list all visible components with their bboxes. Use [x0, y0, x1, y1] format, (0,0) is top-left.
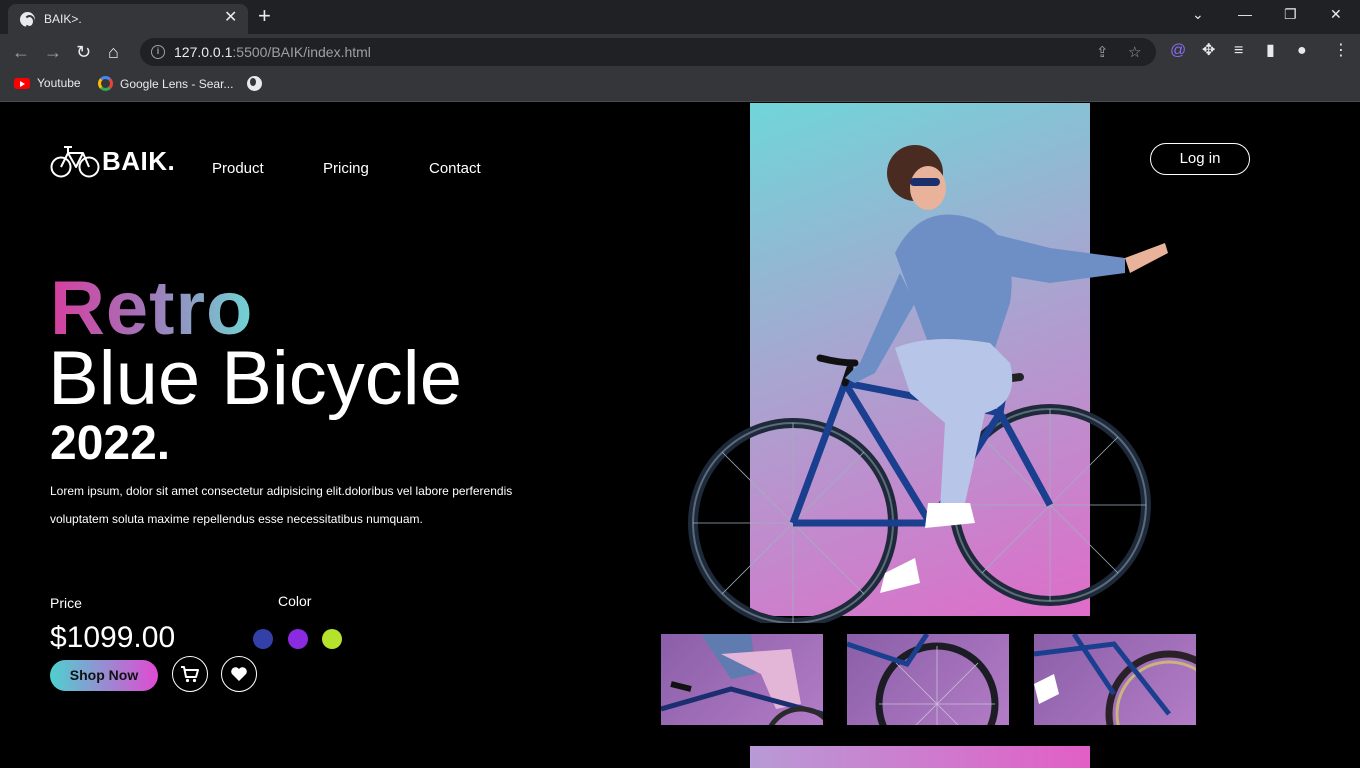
nav-product[interactable]: Product [212, 160, 264, 177]
tab-favicon-icon [20, 12, 35, 28]
side-panel-icon[interactable]: ▮ [1266, 41, 1275, 61]
wishlist-button[interactable] [221, 656, 257, 692]
thumbnail-2-image [847, 634, 999, 725]
color-swatch-purple[interactable] [288, 629, 308, 649]
thumbnail-3[interactable] [1034, 634, 1196, 725]
url-text: 127.0.0.1:5500/BAIK/index.html [174, 44, 371, 60]
address-bar[interactable]: i 127.0.0.1:5500/BAIK/index.html ⇪ ☆ [140, 38, 1156, 66]
tab-search-icon[interactable]: ⌄ [1192, 4, 1204, 24]
color-label: Color [278, 593, 312, 609]
nav-contact[interactable]: Contact [429, 160, 481, 177]
price-label: Price [50, 595, 82, 611]
shop-now-button[interactable]: Shop Now [50, 660, 158, 691]
forward-icon[interactable]: → [44, 41, 62, 63]
cart-icon [181, 666, 199, 683]
heart-icon [231, 667, 247, 681]
color-swatch-blue[interactable] [253, 629, 273, 649]
tab-title: BAIK>. [44, 12, 82, 26]
bookmark-star-icon[interactable]: ☆ [1128, 43, 1141, 61]
browser-tab[interactable]: BAIK>. ✕ [8, 4, 248, 34]
new-tab-icon[interactable]: + [258, 4, 271, 28]
next-image-preview [750, 746, 1090, 768]
hero-title-product: Blue Bicycle [48, 336, 462, 421]
bookmarks-bar: Youtube Google Lens - Sear... [0, 70, 1360, 102]
bookmark-youtube[interactable]: Youtube [14, 76, 81, 90]
profile-icon[interactable]: ● [1297, 41, 1307, 61]
share-icon[interactable]: ⇪ [1096, 43, 1109, 61]
thumbnail-2[interactable] [847, 634, 1009, 725]
extension-at-icon[interactable]: @ [1170, 41, 1186, 61]
price-value: $1099.00 [50, 621, 176, 654]
google-lens-icon [98, 76, 113, 91]
bookmark-label: Youtube [37, 76, 81, 90]
home-icon[interactable]: ⌂ [108, 41, 119, 63]
reload-icon[interactable]: ↻ [76, 41, 91, 63]
nav-pricing[interactable]: Pricing [323, 160, 369, 177]
close-window-icon[interactable]: ✕ [1330, 4, 1342, 24]
bookmark-label: Google Lens - Sear... [120, 76, 234, 91]
hero-description: Lorem ipsum, dolor sit amet consectetur … [50, 484, 513, 526]
bookmark-google-lens[interactable]: Google Lens - Sear... [98, 76, 233, 91]
color-swatch-lime[interactable] [322, 629, 342, 649]
site-logo[interactable]: BAIK. [50, 143, 175, 179]
browser-toolbar: ← → ↻ ⌂ i 127.0.0.1:5500/BAIK/index.html… [0, 34, 1360, 70]
bicycle-logo-icon [50, 146, 100, 178]
minimize-icon[interactable]: — [1238, 4, 1252, 24]
bookmark-globe[interactable] [247, 76, 262, 91]
logo-text: BAIK. [102, 145, 176, 176]
thumbnail-3-image [1034, 634, 1196, 725]
media-queue-icon[interactable]: ≡ [1234, 41, 1243, 61]
thumbnail-1-image [661, 634, 823, 725]
hero-title-year: 2022. [50, 417, 171, 470]
thumbnail-1[interactable] [661, 634, 823, 725]
extensions-puzzle-icon[interactable]: ✥ [1202, 41, 1215, 61]
globe-icon [247, 76, 262, 91]
page-content: BAIK. Product Pricing Contact Log in Ret… [0, 103, 1360, 768]
youtube-icon [14, 77, 30, 89]
menu-kebab-icon[interactable]: ⋮ [1333, 41, 1349, 61]
tab-close-icon[interactable]: ✕ [224, 8, 237, 28]
back-icon[interactable]: ← [12, 41, 30, 63]
site-info-icon[interactable]: i [151, 45, 165, 59]
restore-icon[interactable]: ❐ [1284, 4, 1297, 24]
bicycle-rider-illustration [688, 145, 1168, 623]
tab-strip: BAIK>. ✕ + ⌄ — ❐ ✕ [0, 0, 1360, 34]
add-to-cart-button[interactable] [172, 656, 208, 692]
